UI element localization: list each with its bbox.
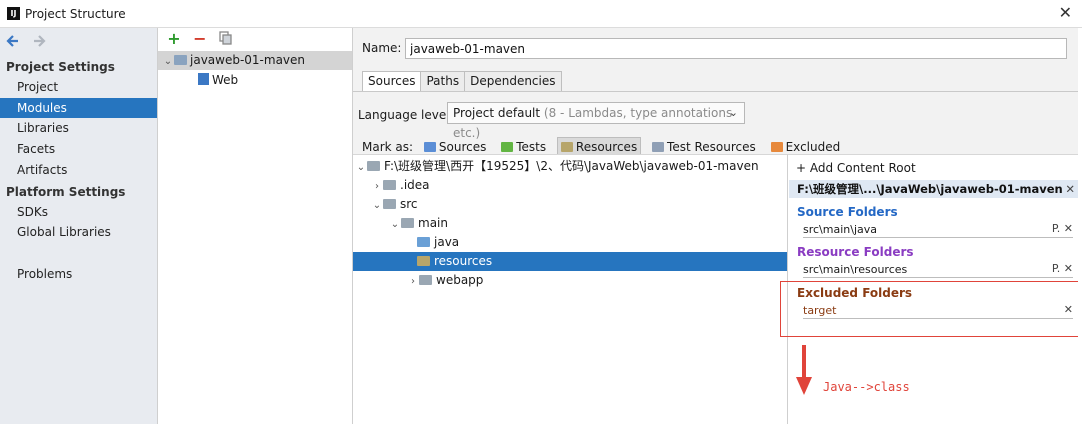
nav-item-artifacts[interactable]: Artifacts	[0, 160, 157, 180]
tree-row-label: main	[418, 216, 448, 230]
module-toolbar: + −	[166, 31, 240, 49]
tab-dependencies[interactable]: Dependencies	[464, 71, 562, 92]
intellij-icon: IJ	[7, 7, 20, 20]
source-folders-title: Source Folders	[797, 205, 898, 219]
resource-folder-path: src\main\resources	[803, 263, 908, 276]
nav-item-modules[interactable]: Modules	[0, 98, 157, 118]
editor-tabs: Sources Paths Dependencies	[362, 71, 562, 92]
tree-row-root[interactable]: ⌄ F:\班级管理\西开【19525】\2、代码\JavaWeb\javaweb-…	[353, 157, 787, 176]
folder-icon	[367, 161, 380, 171]
source-folder-icon	[417, 237, 430, 247]
excluded-folder-icon	[770, 142, 783, 152]
web-facet-icon	[198, 73, 209, 85]
source-folder-actions[interactable]: P. ✕	[1052, 222, 1073, 236]
settings-sidebar: Project Settings Project Modules Librari…	[0, 28, 158, 424]
folder-icon	[419, 275, 432, 285]
language-level-label: Language level:	[358, 108, 454, 122]
resource-folder-item: src\main\resources P. ✕	[803, 262, 1073, 278]
module-editor: Name: SourcesPathsDependencies Language …	[353, 28, 1082, 424]
tree-row-main[interactable]: ⌄ main	[353, 214, 787, 233]
add-content-root-link[interactable]: + Add Content Root	[796, 161, 916, 175]
mark-sources-label: Sources	[438, 140, 487, 154]
project-settings-heading: Project Settings	[6, 60, 115, 74]
resource-folder-actions[interactable]: P. ✕	[1052, 262, 1073, 276]
module-tree-panel: + − ⌄ javaweb-01-maven Web	[158, 28, 353, 424]
tests-folder-icon	[501, 142, 514, 152]
chevron-down-icon[interactable]: ⌄	[355, 158, 367, 177]
chevron-right-icon[interactable]: ›	[371, 177, 383, 196]
module-name-input[interactable]	[405, 38, 1067, 59]
source-folder-path: src\main\java	[803, 223, 878, 236]
chevron-right-icon[interactable]: ›	[407, 272, 419, 291]
tree-row-src[interactable]: ⌄ src	[353, 195, 787, 214]
tree-row-label: resources	[434, 254, 493, 268]
mark-tests-label: Tests	[516, 140, 547, 154]
content-root-header: F:\班级管理\...\JavaWeb\javaweb-01-maven ✕	[789, 180, 1081, 198]
tree-row-label: F:\班级管理\西开【19525】\2、代码\JavaWeb\javaweb-0…	[384, 159, 759, 173]
sources-folder-icon	[423, 142, 436, 152]
language-level-value: Project default	[453, 106, 541, 120]
tree-row-label: webapp	[436, 273, 484, 287]
remove-root-icon[interactable]: ✕	[1065, 180, 1075, 198]
tree-row-java[interactable]: java	[353, 233, 787, 252]
tree-row-label: src	[400, 197, 418, 211]
nav-item-sdks[interactable]: SDKs	[0, 202, 157, 222]
resource-folder-icon	[417, 256, 430, 266]
platform-settings-heading: Platform Settings	[6, 185, 126, 199]
chevron-down-icon: ⌄	[728, 106, 738, 119]
chevron-down-icon[interactable]: ⌄	[371, 196, 383, 215]
tabs-divider	[353, 91, 1082, 92]
chevron-down-icon[interactable]: ⌄	[162, 52, 174, 71]
folder-icon	[383, 199, 396, 209]
web-facet-item[interactable]: Web	[158, 71, 352, 90]
nav-item-libraries[interactable]: Libraries	[0, 118, 157, 138]
mark-excluded-label: Excluded	[785, 140, 841, 154]
resource-folders-title: Resource Folders	[797, 245, 914, 259]
tree-row-label: .idea	[400, 178, 430, 192]
resources-folder-icon	[560, 142, 573, 152]
module-label: javaweb-01-maven	[190, 53, 306, 67]
nav-item-project[interactable]: Project	[0, 77, 157, 97]
annotation-text: Java-->class	[823, 380, 910, 394]
module-tree-item[interactable]: ⌄ javaweb-01-maven	[158, 51, 352, 70]
tree-row-resources[interactable]: resources	[353, 252, 787, 271]
chevron-down-icon[interactable]: ⌄	[389, 215, 401, 234]
forward-arrow-icon[interactable]	[32, 33, 48, 49]
window-title: Project Structure	[25, 7, 126, 21]
tree-row-idea[interactable]: › .idea	[353, 176, 787, 195]
annotation-arrow-icon	[796, 345, 812, 398]
back-arrow-icon[interactable]	[4, 33, 20, 49]
name-label: Name:	[362, 41, 402, 55]
folder-icon	[383, 180, 396, 190]
content-root-path: F:\班级管理\...\JavaWeb\javaweb-01-maven	[797, 182, 1063, 196]
tree-row-label: java	[434, 235, 460, 249]
mark-resources-label: Resources	[575, 140, 638, 154]
remove-module-icon[interactable]: −	[192, 31, 208, 47]
nav-item-facets[interactable]: Facets	[0, 139, 157, 159]
copy-module-icon[interactable]	[218, 31, 234, 47]
history-navigation	[4, 33, 56, 51]
module-folder-icon	[174, 55, 187, 65]
add-module-icon[interactable]: +	[166, 31, 182, 47]
tab-sources[interactable]: Sources	[362, 71, 422, 92]
nav-item-problems[interactable]: Problems	[0, 264, 157, 284]
mark-test-resources-label: Test Resources	[667, 140, 756, 154]
content-root-tree: ⌄ F:\班级管理\西开【19525】\2、代码\JavaWeb\javaweb-…	[353, 154, 787, 424]
window-edge	[1078, 28, 1082, 424]
mark-as-label: Mark as:	[362, 140, 414, 154]
annotation-highlight-box	[780, 281, 1080, 337]
nav-item-global-libraries[interactable]: Global Libraries	[0, 222, 157, 242]
source-folder-item: src\main\java P. ✕	[803, 222, 1073, 238]
test-resources-folder-icon	[652, 142, 665, 152]
close-icon[interactable]: ✕	[1059, 4, 1072, 22]
title-bar: IJ Project Structure ✕	[0, 0, 1082, 28]
folder-icon	[401, 218, 414, 228]
tab-paths[interactable]: Paths	[420, 71, 466, 92]
language-level-select[interactable]: Project default (8 - Lambdas, type annot…	[447, 102, 745, 140]
tree-row-webapp[interactable]: › webapp	[353, 271, 787, 290]
web-facet-label: Web	[212, 73, 239, 87]
